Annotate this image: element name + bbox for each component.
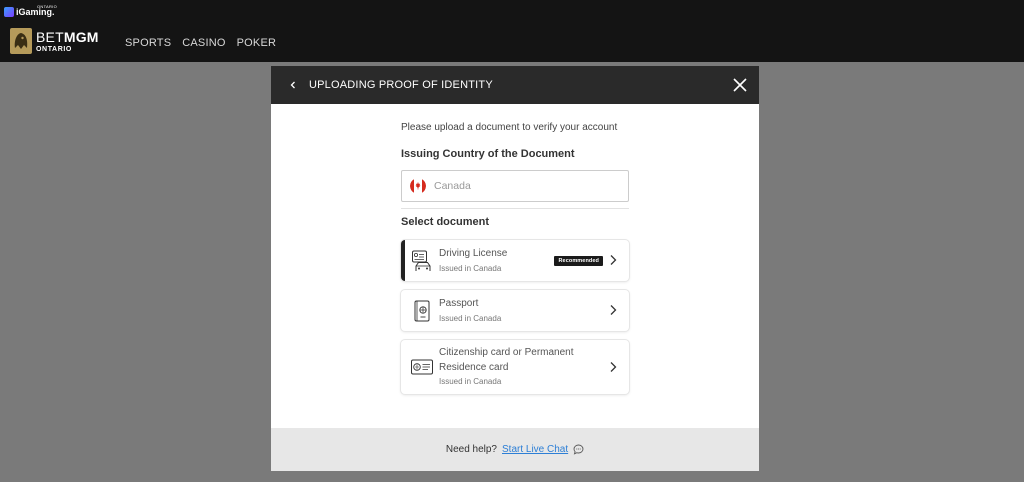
nav-poker[interactable]: POKER: [237, 37, 277, 49]
recommended-badge: Recommended: [554, 256, 603, 266]
back-chevron-icon[interactable]: [285, 76, 301, 94]
modal-header: UPLOADING PROOF OF IDENTITY: [271, 66, 759, 104]
brand-name: BETMGM: [36, 30, 99, 44]
country-value: Canada: [434, 180, 471, 192]
document-option-driving-license[interactable]: Driving License Issued in Canada Recomme…: [401, 240, 629, 281]
brand-name-light: BET: [36, 28, 64, 45]
country-label: Issuing Country of the Document: [401, 148, 575, 160]
identity-upload-modal: UPLOADING PROOF OF IDENTITY Please uploa…: [271, 66, 759, 471]
canada-flag-icon: [410, 178, 426, 194]
select-document-label: Select document: [401, 216, 490, 228]
help-footer: Need help? Start Live Chat: [271, 428, 759, 471]
document-subtitle: Issued in Canada: [439, 377, 502, 386]
passport-icon: [414, 300, 430, 322]
close-icon[interactable]: [731, 76, 749, 94]
intro-text: Please upload a document to verify your …: [401, 122, 618, 133]
id-card-icon: [411, 359, 433, 375]
driving-license-icon: [412, 250, 431, 271]
brand-name-bold: MGM: [63, 28, 99, 45]
divider: [401, 208, 629, 209]
nav-sports[interactable]: SPORTS: [125, 37, 171, 49]
brand-region: ONTARIO: [36, 45, 72, 53]
lion-logo-icon: [10, 28, 32, 54]
need-help-text: Need help?: [445, 444, 497, 455]
document-option-citizenship-card[interactable]: Citizenship card or Permanent Residence …: [401, 340, 629, 394]
top-bar: iGaming. ONTARIO BETMGM ONTARIO SPORTS C…: [0, 0, 1024, 62]
chevron-right-icon: [610, 362, 617, 372]
start-live-chat-link[interactable]: Start Live Chat: [502, 444, 568, 455]
document-title: Passport: [439, 298, 479, 309]
document-title: Citizenship card or Permanent Residence …: [439, 347, 574, 373]
nav-casino[interactable]: CASINO: [182, 37, 225, 49]
igaming-logo: iGaming. ONTARIO: [4, 4, 58, 20]
chat-bubble-icon[interactable]: [573, 444, 584, 455]
chevron-right-icon: [610, 305, 617, 315]
igaming-region-text: ONTARIO: [37, 4, 58, 9]
chevron-right-icon: [610, 255, 617, 265]
main-nav: SPORTS CASINO POKER: [125, 37, 276, 49]
igaming-badge-icon: [4, 7, 14, 17]
document-subtitle: Issued in Canada: [439, 314, 502, 323]
document-option-passport[interactable]: Passport Issued in Canada: [401, 290, 629, 331]
modal-title: UPLOADING PROOF OF IDENTITY: [309, 79, 493, 91]
country-select[interactable]: Canada: [401, 170, 629, 202]
betmgm-logo[interactable]: BETMGM ONTARIO: [10, 28, 99, 54]
document-subtitle: Issued in Canada: [439, 264, 502, 273]
